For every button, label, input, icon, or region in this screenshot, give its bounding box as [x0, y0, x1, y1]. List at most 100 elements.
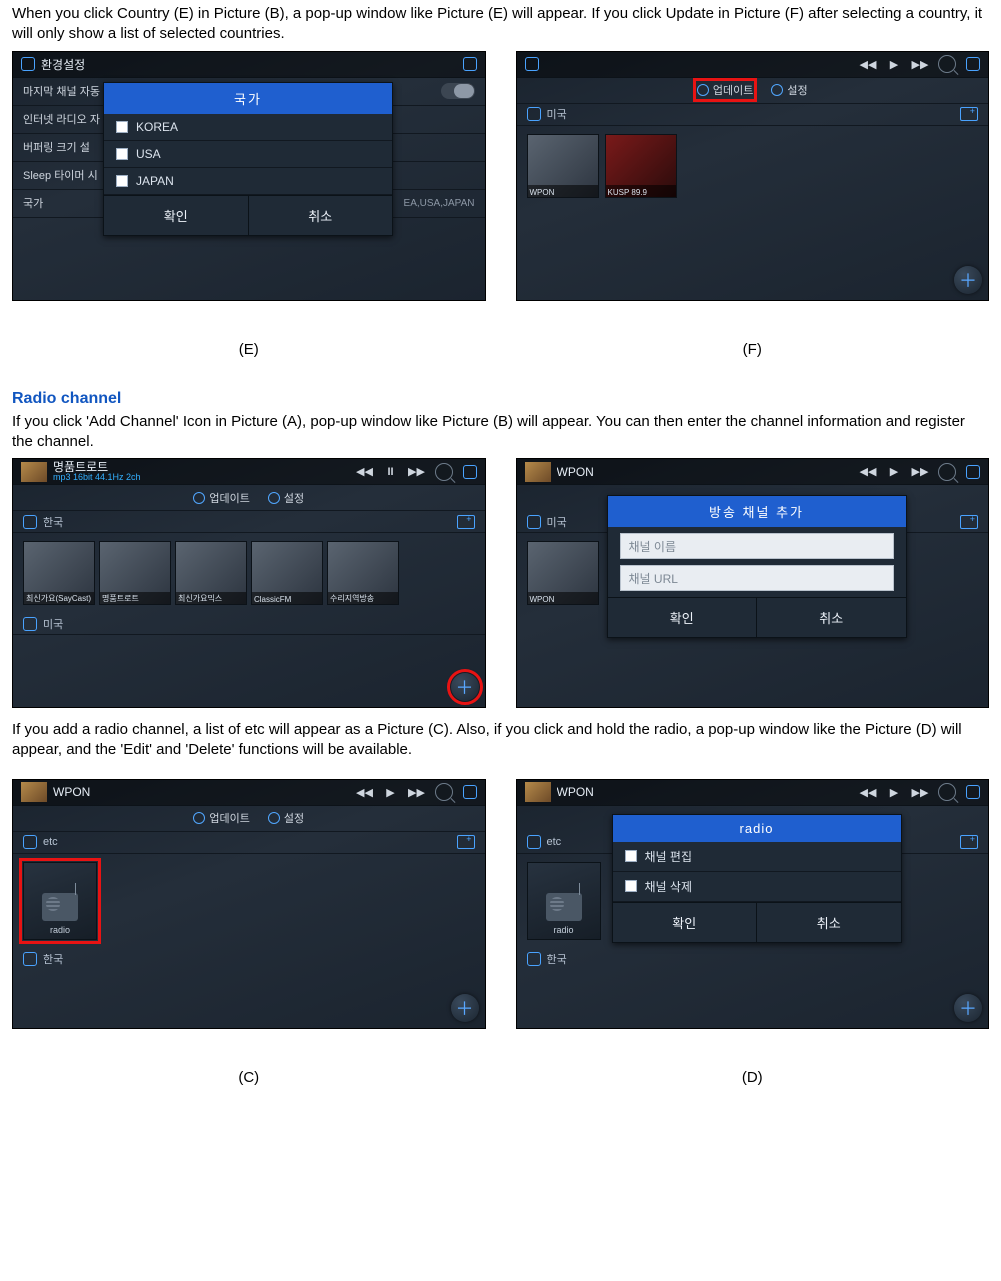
intro-paragraph-3: If you add a radio channel, a list of et…: [12, 720, 989, 761]
hex-icon: [21, 57, 35, 71]
play-icon[interactable]: ▶: [886, 784, 902, 800]
hex-icon: [463, 465, 477, 479]
toggle-off[interactable]: OFF: [441, 83, 475, 99]
hex-icon: [23, 952, 37, 966]
prev-icon[interactable]: ◀◀: [860, 56, 876, 72]
checkbox-icon[interactable]: [116, 175, 128, 187]
cancel-button[interactable]: 취소: [248, 195, 393, 235]
cancel-button[interactable]: 취소: [756, 902, 901, 942]
checkbox-icon[interactable]: [116, 121, 128, 133]
hex-icon: [966, 785, 980, 799]
hex-icon: [527, 107, 541, 121]
refresh-icon: [193, 492, 205, 504]
play-icon[interactable]: ▶: [886, 464, 902, 480]
settings-button[interactable]: 설정: [268, 810, 304, 826]
hex-icon: [527, 835, 541, 849]
search-icon[interactable]: [938, 55, 956, 73]
station-thumb[interactable]: 최신가요(SayCast): [23, 541, 95, 605]
country-label: 한국: [43, 951, 63, 967]
album-thumb-icon: [525, 462, 551, 482]
station-thumb[interactable]: ClassicFM: [251, 541, 323, 605]
hex-icon: [23, 835, 37, 849]
hex-icon: [463, 785, 477, 799]
station-thumb[interactable]: 명품트로트: [99, 541, 171, 605]
search-icon[interactable]: [435, 783, 453, 801]
add-channel-popup: 방송 채널 추가 채널 이름 채널 URL 확인 취소: [607, 495, 907, 638]
update-button[interactable]: 업데이트: [697, 82, 753, 98]
screenshot-a: 명품트로트 mp3 16bit 44.1Hz 2ch ◀◀ II ▶▶ 업데이트…: [12, 458, 486, 708]
station-thumb[interactable]: WPON: [527, 134, 599, 198]
radio-icon: [42, 893, 78, 921]
category-label: etc: [43, 836, 58, 848]
hex-icon: [966, 57, 980, 71]
confirm-button[interactable]: 확인: [613, 902, 757, 942]
radio-tile[interactable]: radio: [527, 862, 601, 940]
row-label: 국가: [23, 195, 43, 211]
add-channel-icon[interactable]: [960, 515, 978, 529]
add-button[interactable]: ＋: [954, 994, 982, 1022]
country-option-korea[interactable]: KOREA: [104, 114, 392, 141]
station-thumb[interactable]: 최신가요믹스: [175, 541, 247, 605]
add-channel-icon[interactable]: [457, 515, 475, 529]
add-button[interactable]: ＋: [954, 266, 982, 294]
next-icon[interactable]: ▶▶: [409, 784, 425, 800]
radio-tile[interactable]: radio: [23, 862, 97, 940]
checkbox-icon[interactable]: [116, 148, 128, 160]
confirm-button[interactable]: 확인: [104, 195, 248, 235]
update-button[interactable]: 업데이트: [193, 810, 249, 826]
tile-caption: radio: [50, 925, 70, 935]
cancel-button[interactable]: 취소: [756, 597, 906, 637]
country-option-usa[interactable]: USA: [104, 141, 392, 168]
settings-button[interactable]: 설정: [771, 82, 807, 98]
station-thumb[interactable]: WPON: [527, 541, 599, 605]
country-value: EA,USA,JAPAN: [404, 198, 475, 209]
station-thumb[interactable]: 수리지역방송: [327, 541, 399, 605]
add-button[interactable]: ＋: [451, 673, 479, 701]
next-icon[interactable]: ▶▶: [912, 464, 928, 480]
add-channel-icon[interactable]: [960, 107, 978, 121]
gear-icon: [771, 84, 783, 96]
checkbox-icon[interactable]: [625, 880, 637, 892]
checkbox-icon[interactable]: [625, 850, 637, 862]
country-option-japan[interactable]: JAPAN: [104, 168, 392, 195]
delete-channel-option[interactable]: 채널 삭제: [613, 872, 901, 902]
play-icon[interactable]: ▶: [383, 784, 399, 800]
next-icon[interactable]: ▶▶: [912, 56, 928, 72]
channel-url-input[interactable]: 채널 URL: [620, 565, 894, 591]
prev-icon[interactable]: ◀◀: [357, 784, 373, 800]
row-label: 인터넷 라디오 자: [23, 111, 100, 127]
edit-channel-option[interactable]: 채널 편집: [613, 842, 901, 872]
prev-icon[interactable]: ◀◀: [860, 784, 876, 800]
settings-button[interactable]: 설정: [268, 490, 304, 506]
row-label: 마지막 채널 자동: [23, 83, 100, 99]
add-channel-icon[interactable]: [960, 835, 978, 849]
album-thumb-icon: [525, 782, 551, 802]
confirm-button[interactable]: 확인: [608, 597, 757, 637]
hex-icon: [23, 515, 37, 529]
play-icon[interactable]: ▶: [886, 56, 902, 72]
hex-icon: [527, 952, 541, 966]
search-icon[interactable]: [938, 463, 956, 481]
prev-icon[interactable]: ◀◀: [357, 464, 373, 480]
add-button[interactable]: ＋: [451, 994, 479, 1022]
prev-icon[interactable]: ◀◀: [860, 464, 876, 480]
search-icon[interactable]: [938, 783, 956, 801]
screenshot-c: WPON ◀◀ ▶ ▶▶ 업데이트 설정 etc: [12, 779, 486, 1029]
hex-icon: [463, 57, 477, 71]
screenshot-f: ◀◀ ▶ ▶▶ 업데이트 설정 미국 WPON: [516, 51, 990, 301]
next-icon[interactable]: ▶▶: [912, 784, 928, 800]
update-button[interactable]: 업데이트: [193, 490, 249, 506]
album-thumb-icon: [21, 782, 47, 802]
station-thumb[interactable]: KUSP 89.9: [605, 134, 677, 198]
hex-icon: [966, 465, 980, 479]
search-icon[interactable]: [435, 463, 453, 481]
popup-title: 방송 채널 추가: [608, 496, 906, 527]
channel-name-input[interactable]: 채널 이름: [620, 533, 894, 559]
intro-paragraph-1: When you click Country (E) in Picture (B…: [12, 4, 989, 45]
figure-label-e: (E): [12, 341, 486, 358]
next-icon[interactable]: ▶▶: [409, 464, 425, 480]
settings-title: 환경설정: [41, 56, 457, 73]
add-channel-icon[interactable]: [457, 835, 475, 849]
country-label: 한국: [43, 514, 63, 530]
pause-icon[interactable]: II: [383, 464, 399, 480]
